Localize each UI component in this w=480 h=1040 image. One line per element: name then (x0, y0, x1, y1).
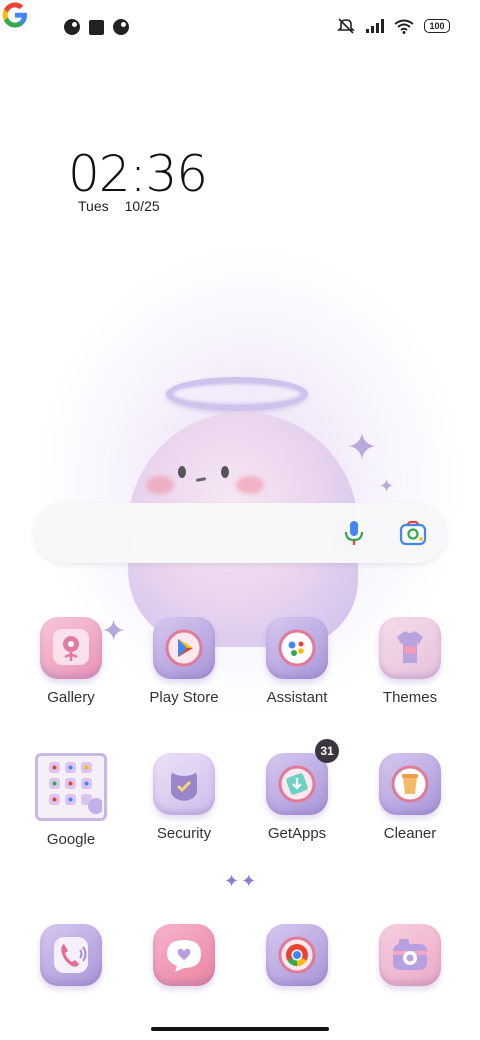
cleaner-icon[interactable] (379, 753, 441, 815)
assistant-icon[interactable] (266, 617, 328, 679)
security-icon[interactable] (153, 753, 215, 815)
clock-date-value: 10/25 (124, 198, 160, 214)
chrome-icon[interactable] (266, 924, 328, 986)
ghost-eye (221, 466, 229, 478)
clock-time[interactable]: 02:36 (68, 145, 208, 203)
dock-chrome[interactable] (252, 924, 342, 986)
play-store-icon[interactable] (153, 617, 215, 679)
google-search-bar[interactable] (34, 503, 446, 563)
ghost-blush (236, 476, 264, 494)
app-security[interactable]: Security (139, 753, 229, 842)
getapps-icon[interactable]: 31 (266, 739, 339, 815)
app-label: GetApps (267, 825, 327, 842)
notification-icon (113, 19, 129, 35)
wallpaper-halo (166, 377, 308, 411)
messages-icon[interactable] (153, 924, 215, 986)
app-label: Cleaner (383, 825, 437, 842)
app-cleaner[interactable]: Cleaner (365, 753, 455, 842)
clock-date[interactable]: Tues 10/25 (78, 198, 160, 214)
notification-icon (64, 19, 80, 35)
google-folder-icon[interactable] (35, 753, 107, 821)
ghost-eye (178, 466, 186, 478)
battery-icon: 100 (424, 19, 450, 33)
mute-icon (337, 18, 355, 34)
app-label: Themes (382, 689, 438, 706)
wifi-icon (394, 19, 414, 34)
app-google-folder[interactable]: Google (26, 753, 116, 848)
google-lens-icon[interactable] (399, 520, 427, 546)
app-assistant[interactable]: Assistant (252, 617, 342, 706)
camera-icon[interactable] (379, 924, 441, 986)
app-getapps[interactable]: 31 GetApps (252, 739, 342, 842)
page-indicator-sparkle-icon[interactable]: ✦✦ (224, 871, 258, 892)
ghost-blush (146, 476, 174, 494)
status-bar-left (64, 19, 129, 35)
app-label: Play Store (149, 689, 219, 706)
dock-messages[interactable] (139, 924, 229, 986)
status-bar-right: 100 (336, 17, 450, 35)
google-g-icon[interactable] (0, 0, 30, 30)
themes-icon[interactable] (379, 617, 441, 679)
app-label: Assistant (266, 689, 328, 706)
app-label: Gallery (47, 689, 95, 706)
app-themes[interactable]: Themes (365, 617, 455, 706)
square-notification-icon (89, 19, 104, 35)
app-play-store[interactable]: Play Store (139, 617, 229, 706)
gallery-icon[interactable] (40, 617, 102, 679)
sparkle-icon: ✦ (379, 476, 395, 496)
cellular-signal-icon (366, 19, 384, 33)
dock-camera[interactable] (365, 924, 455, 986)
notification-badge: 31 (315, 739, 339, 763)
clock-day: Tues (78, 198, 109, 214)
microphone-icon[interactable] (343, 519, 365, 547)
sparkle-icon: ✦ (346, 427, 378, 469)
gesture-navigation-bar[interactable] (151, 1027, 329, 1031)
phone-icon[interactable] (40, 924, 102, 986)
app-gallery[interactable]: Gallery (26, 617, 116, 706)
app-label: Security (156, 825, 212, 842)
app-label: Google (46, 831, 96, 848)
dock-phone[interactable] (26, 924, 116, 986)
